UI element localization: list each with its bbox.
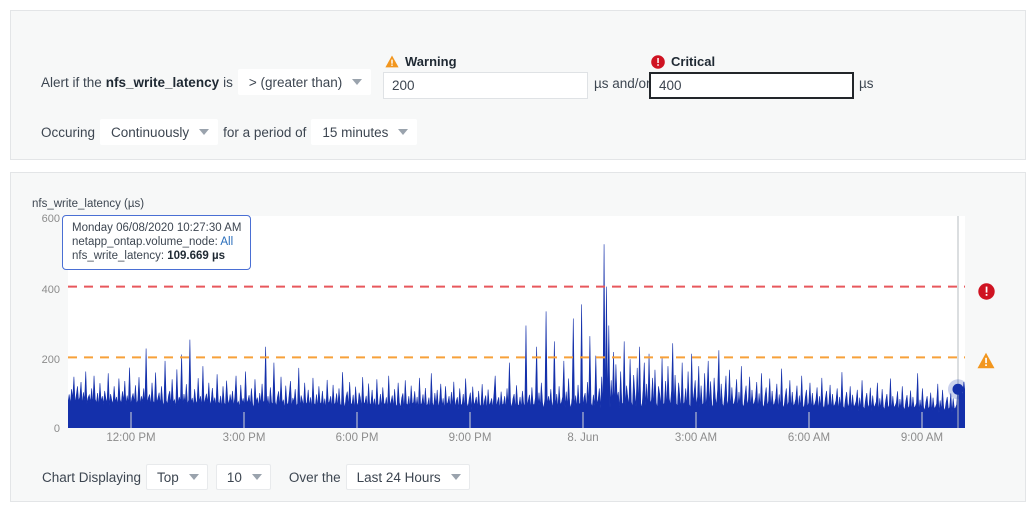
alert-prefix-text: Alert if the — [41, 74, 102, 90]
critical-threshold-marker-icon — [978, 283, 995, 305]
alert-configuration-page: Alert if the nfs_write_latency is > (gre… — [0, 0, 1036, 514]
chart-rank-value: Top — [157, 469, 179, 485]
critical-threshold-label: Critical — [651, 54, 715, 69]
critical-threshold-input[interactable] — [649, 72, 854, 99]
chart-axis-title: nfs_write_latency (µs) — [32, 198, 145, 210]
chart-series-group — [68, 244, 965, 428]
y-axis-tick-label: 200 — [41, 354, 60, 366]
alert-condition-panel: Alert if the nfs_write_latency is > (gre… — [10, 10, 1026, 160]
operator-dropdown[interactable]: > (greater than) — [237, 69, 372, 95]
period-dropdown-value: 15 minutes — [322, 124, 389, 140]
y-axis-tick-label: 600 — [41, 213, 60, 225]
x-axis-tick-label: 9:00 AM — [900, 432, 944, 444]
chevron-down-icon — [251, 474, 262, 480]
tooltip-series-row: netapp_ontap.volume_node: All — [72, 235, 241, 249]
warning-threshold-label: Warning — [385, 54, 457, 69]
x-axis-tick-label: 9:00 PM — [448, 432, 492, 444]
chart-count-value: 10 — [226, 469, 242, 485]
chart-controls-row: Chart Displaying Top 10 Over the Last 24… — [42, 464, 470, 490]
over-the-label: Over the — [288, 469, 341, 485]
chevron-down-icon — [398, 129, 409, 135]
chart-count-dropdown[interactable]: 10 — [215, 464, 271, 490]
chart-tooltip: Monday 06/08/2020 10:27:30 AM netapp_ont… — [62, 215, 252, 270]
y-axis-tick-label: 0 — [53, 423, 60, 435]
chart-range-value: Last 24 Hours — [356, 469, 441, 485]
chart-range-dropdown[interactable]: Last 24 Hours — [345, 464, 470, 490]
warning-unit-text: µs and/or — [594, 76, 651, 91]
tooltip-series-label: netapp_ontap.volume_node: — [72, 236, 218, 248]
occurring-label: Occuring — [41, 124, 96, 140]
x-axis-tick-label: 12:00 PM — [106, 432, 156, 444]
alert-condition-row: Alert if the nfs_write_latency is > (gre… — [41, 69, 372, 95]
tooltip-metric-row: nfs_write_latency: 109.669 µs — [72, 249, 241, 263]
chevron-down-icon — [199, 129, 210, 135]
tooltip-metric-label: nfs_write_latency: — [72, 250, 165, 262]
x-axis-tick-label: 8. Jun — [567, 432, 599, 444]
x-axis-tick-label: 6:00 AM — [787, 432, 831, 444]
tooltip-metric-value: 109.669 µs — [167, 250, 226, 262]
operator-dropdown-value: > (greater than) — [248, 74, 343, 90]
x-axis-tick-label: 3:00 AM — [674, 432, 718, 444]
critical-circle-icon — [651, 54, 665, 69]
alert-is-text: is — [223, 74, 233, 90]
chevron-down-icon — [352, 79, 363, 85]
period-label: for a period of — [223, 124, 307, 140]
warning-triangle-icon — [385, 55, 399, 68]
threshold-lines-group — [68, 285, 965, 359]
chevron-down-icon — [450, 474, 461, 480]
y-axis-tick-label: 400 — [41, 284, 60, 296]
alert-metric-name: nfs_write_latency — [105, 74, 220, 90]
chevron-down-icon — [188, 474, 199, 480]
x-axis-tick-label: 3:00 PM — [222, 432, 266, 444]
warning-threshold-marker-icon — [977, 352, 995, 374]
period-dropdown[interactable]: 15 minutes — [311, 119, 418, 145]
tooltip-series-value: All — [220, 236, 234, 248]
occurrence-dropdown-value: Continuously — [111, 124, 190, 140]
x-axis-tick-label: 6:00 PM — [335, 432, 379, 444]
warning-threshold-input[interactable] — [383, 72, 588, 99]
occurrence-row: Occuring Continuously for a period of 15… — [41, 119, 418, 145]
chart-displaying-label: Chart Displaying — [42, 469, 142, 485]
critical-label-text: Critical — [671, 54, 716, 69]
chart-rank-dropdown[interactable]: Top — [146, 464, 208, 490]
tooltip-timestamp: Monday 06/08/2020 10:27:30 AM — [72, 222, 242, 234]
warning-label-text: Warning — [405, 54, 457, 69]
occurrence-dropdown[interactable]: Continuously — [100, 119, 219, 145]
critical-unit-text: µs — [859, 76, 874, 91]
